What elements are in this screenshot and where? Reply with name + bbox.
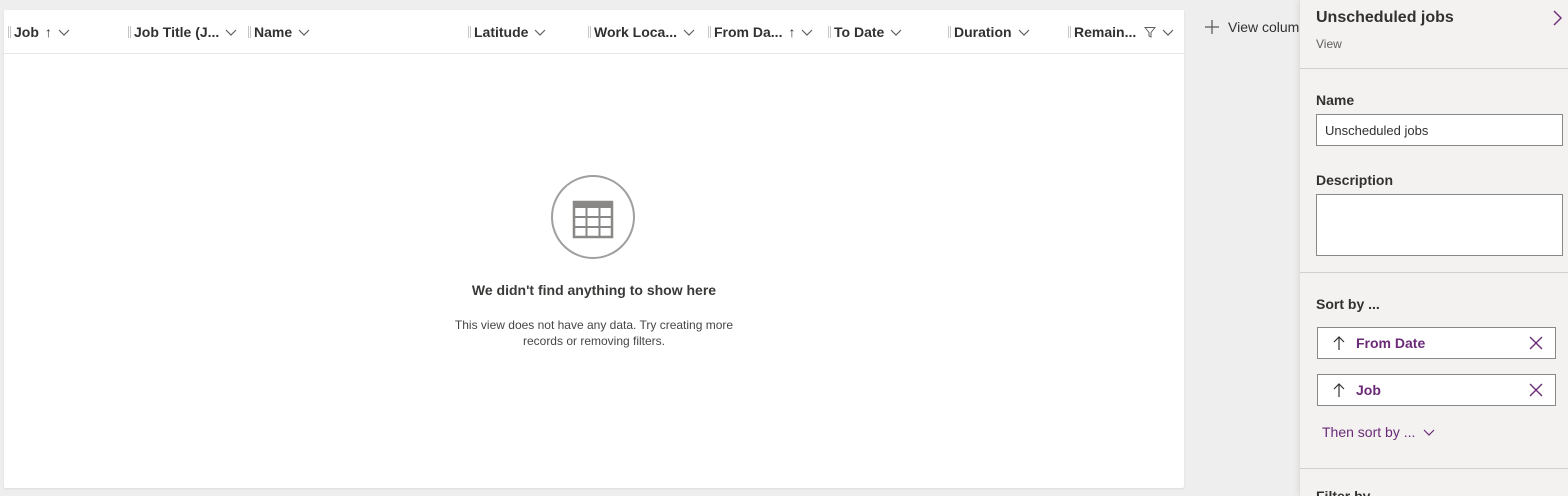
close-icon[interactable] — [1529, 336, 1543, 350]
sort-item-label: Job — [1356, 382, 1381, 398]
name-field[interactable] — [1316, 114, 1563, 146]
close-icon[interactable] — [1529, 383, 1543, 397]
description-field[interactable] — [1316, 194, 1563, 256]
arrow-up-icon — [1333, 336, 1345, 350]
sort-item-job[interactable]: Job — [1317, 374, 1556, 406]
data-grid: Job ↑ Job Title (J... Name Latitude Work… — [4, 10, 1184, 488]
filter-by-label: Filter by — [1316, 488, 1371, 496]
view-settings-panel: Unscheduled jobs View Name Description S… — [1299, 0, 1568, 496]
then-sort-by-label: Then sort by ... — [1322, 424, 1416, 440]
plus-icon — [1205, 20, 1219, 34]
empty-state-icon-circle — [551, 175, 635, 259]
chevron-down-icon — [1423, 429, 1435, 436]
panel-title: Unscheduled jobs — [1316, 9, 1454, 26]
arrow-up-icon — [1333, 383, 1345, 397]
panel-subtitle: View — [1316, 37, 1342, 51]
divider — [1300, 468, 1568, 469]
empty-state-description: This view does not have any data. Try cr… — [454, 318, 734, 348]
sort-item-from-date[interactable]: From Date — [1317, 327, 1556, 359]
empty-state: We didn't find anything to show here Thi… — [4, 10, 1184, 488]
chevron-right-icon[interactable] — [1550, 10, 1564, 26]
view-columns-button[interactable]: View columns — [1204, 16, 1314, 38]
name-label: Name — [1316, 92, 1355, 108]
description-label: Description — [1316, 172, 1394, 188]
sort-item-label: From Date — [1356, 335, 1426, 351]
table-grid-icon — [572, 200, 614, 239]
empty-state-title: We didn't find anything to show here — [471, 282, 717, 298]
divider — [1300, 272, 1568, 273]
sort-by-label: Sort by ... — [1316, 296, 1380, 312]
then-sort-by-button[interactable]: Then sort by ... — [1322, 424, 1435, 440]
divider — [1300, 68, 1568, 69]
